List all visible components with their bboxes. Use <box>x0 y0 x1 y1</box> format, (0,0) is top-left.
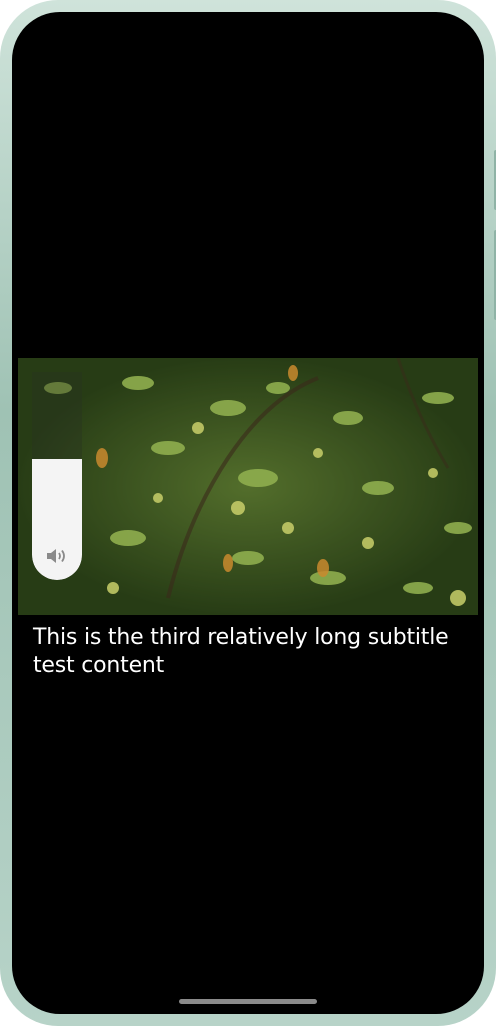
screen: This is the third relatively long subtit… <box>12 12 484 1014</box>
home-indicator[interactable] <box>179 999 317 1004</box>
speaker-icon[interactable] <box>45 546 69 566</box>
subtitle-text: This is the third relatively long subtit… <box>33 625 449 678</box>
video-player[interactable] <box>18 358 478 615</box>
video-frame <box>18 358 478 615</box>
phone-frame: This is the third relatively long subtit… <box>0 0 496 1026</box>
volume-slider[interactable] <box>32 372 82 580</box>
